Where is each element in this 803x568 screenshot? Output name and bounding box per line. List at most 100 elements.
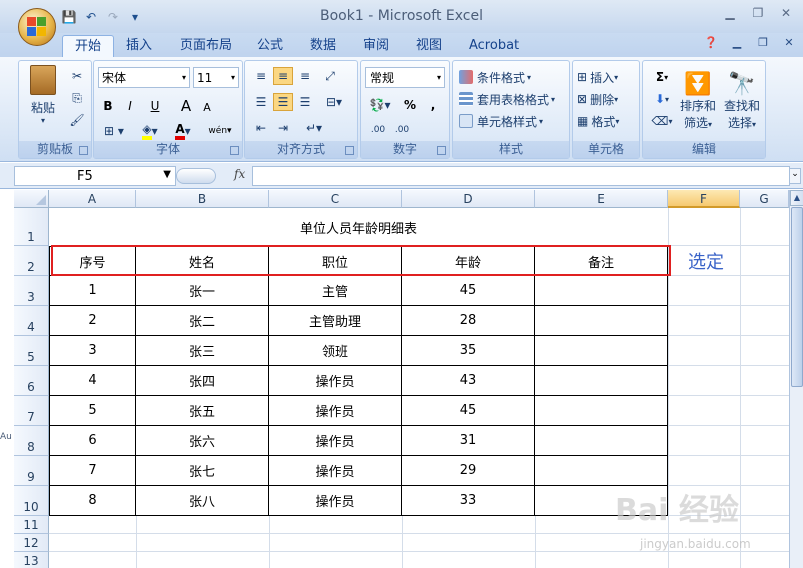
table-cell[interactable] [535,276,668,306]
format-cells-button[interactable]: ▦ 格式 ▾ [577,111,637,131]
table-cell[interactable]: 主管 [269,276,402,306]
row-header-10[interactable]: 10 [14,486,49,516]
doc-minimize-icon[interactable]: ▁ [729,36,745,52]
grow-font-button[interactable]: A [176,97,196,115]
table-cell[interactable]: 操作员 [269,456,402,486]
cell-styles-button[interactable]: 单元格样式 ▾ [459,111,567,131]
table-cell[interactable]: 43 [402,366,535,396]
tab-insert[interactable]: 插入 [114,35,164,57]
table-cell[interactable] [535,366,668,396]
tab-page-layout[interactable]: 页面布局 [168,35,244,57]
table-cell[interactable]: 31 [402,426,535,456]
scroll-up-icon[interactable]: ▲ [790,190,803,206]
cut-icon[interactable]: ✂ [67,67,87,85]
conditional-formatting-button[interactable]: 条件格式 ▾ [459,67,567,87]
column-header-d[interactable]: D [402,190,535,208]
table-cell[interactable]: 操作员 [269,396,402,426]
function-button[interactable]: fx [176,167,250,185]
name-box-dropdown-icon[interactable]: ▼ [163,169,171,180]
font-launcher-icon[interactable] [230,146,239,155]
bold-button[interactable]: B [98,97,118,115]
row-header-11[interactable]: 11 [14,516,49,534]
phonetic-button[interactable]: wén ▾ [202,119,238,143]
sort-filter-button[interactable]: ⏬ 排序和 筛选▾ [677,65,719,137]
doc-restore-icon[interactable]: ❐ [755,36,771,52]
name-box[interactable]: F5 ▼ [14,166,176,186]
table-cell[interactable]: 29 [402,456,535,486]
increase-decimal-button[interactable]: .00 [367,121,389,139]
row-header-12[interactable]: 12 [14,534,49,552]
table-cell[interactable] [535,426,668,456]
currency-button[interactable]: 💱 ▾ [365,95,395,115]
close-icon[interactable]: ✕ [777,6,795,22]
number-launcher-icon[interactable] [437,146,446,155]
fill-button[interactable]: ⬇ ▾ [649,89,675,109]
table-cell[interactable]: 33 [402,486,535,516]
merge-center-icon[interactable]: ⊟▾ [319,93,349,111]
align-middle-icon[interactable]: ≡ [273,67,293,85]
row-header-9[interactable]: 9 [14,456,49,486]
table-cell[interactable]: 领班 [269,336,402,366]
comma-button[interactable]: , [425,95,441,115]
table-cell[interactable]: 张一 [136,276,269,306]
table-cell[interactable]: 操作员 [269,366,402,396]
table-cell[interactable]: 45 [402,396,535,426]
row-header-5[interactable]: 5 [14,336,49,366]
align-bottom-icon[interactable]: ≡ [295,67,315,85]
help-icon[interactable]: ❓ [703,36,719,52]
table-cell[interactable] [535,306,668,336]
minimize-icon[interactable]: ▁ [721,6,739,22]
clear-button[interactable]: ⌫ ▾ [649,111,675,131]
table-cell[interactable]: 4 [49,366,136,396]
clipboard-launcher-icon[interactable] [79,146,88,155]
italic-button[interactable]: I [120,97,140,115]
table-cell[interactable]: 35 [402,336,535,366]
sheet-title-cell[interactable]: 单位人员年龄明细表 [49,208,668,246]
table-cell[interactable]: 5 [49,396,136,426]
format-painter-icon[interactable]: 🖌 [67,111,87,129]
office-button[interactable] [18,8,56,46]
column-header-c[interactable]: C [269,190,402,208]
copy-icon[interactable]: ⎘ [67,89,87,107]
formula-input[interactable] [252,166,790,186]
tab-data[interactable]: 数据 [298,35,348,57]
row-header-2[interactable]: 2 [14,246,49,276]
table-cell[interactable]: 2 [49,306,136,336]
paste-button[interactable]: 粘贴 ▾ [25,65,61,125]
wrap-text-icon[interactable]: ↵▾ [299,119,329,137]
align-top-icon[interactable]: ≡ [251,67,271,85]
decrease-indent-icon[interactable]: ⇤ [251,119,271,137]
table-cell[interactable] [535,336,668,366]
row-header-4[interactable]: 4 [14,306,49,336]
percent-button[interactable]: % [401,95,419,115]
fill-color-button[interactable]: ◈ ▾ [134,121,166,141]
table-cell[interactable]: 3 [49,336,136,366]
row-header-6[interactable]: 6 [14,366,49,396]
table-cell[interactable]: 操作员 [269,426,402,456]
tab-review[interactable]: 审阅 [351,35,401,57]
alignment-launcher-icon[interactable] [345,146,354,155]
column-header-a[interactable]: A [49,190,136,208]
number-format-select[interactable]: 常规 ▾ [365,67,445,88]
format-as-table-button[interactable]: 套用表格格式 ▾ [459,89,569,109]
scroll-thumb[interactable] [791,207,803,387]
table-cell[interactable]: 张七 [136,456,269,486]
row-header-1[interactable]: 1 [14,208,49,246]
insert-cells-button[interactable]: ⊞ 插入 ▾ [577,67,637,87]
table-cell[interactable]: 张四 [136,366,269,396]
table-cell[interactable] [535,456,668,486]
underline-button[interactable]: U [142,97,168,115]
column-header-g[interactable]: G [740,190,789,208]
font-size-select[interactable]: 11 ▾ [193,67,239,88]
column-header-b[interactable]: B [136,190,269,208]
font-color-button[interactable]: A ▾ [168,121,198,141]
restore-icon[interactable]: ❐ [749,6,767,22]
font-name-select[interactable]: 宋体 ▾ [98,67,190,88]
increase-indent-icon[interactable]: ⇥ [273,119,293,137]
row-header-7[interactable]: 7 [14,396,49,426]
find-select-button[interactable]: 🔭 查找和 选择▾ [721,65,763,137]
table-cell[interactable]: 张三 [136,336,269,366]
table-cell[interactable]: 张二 [136,306,269,336]
tab-formulas[interactable]: 公式 [245,35,295,57]
table-cell[interactable]: 6 [49,426,136,456]
